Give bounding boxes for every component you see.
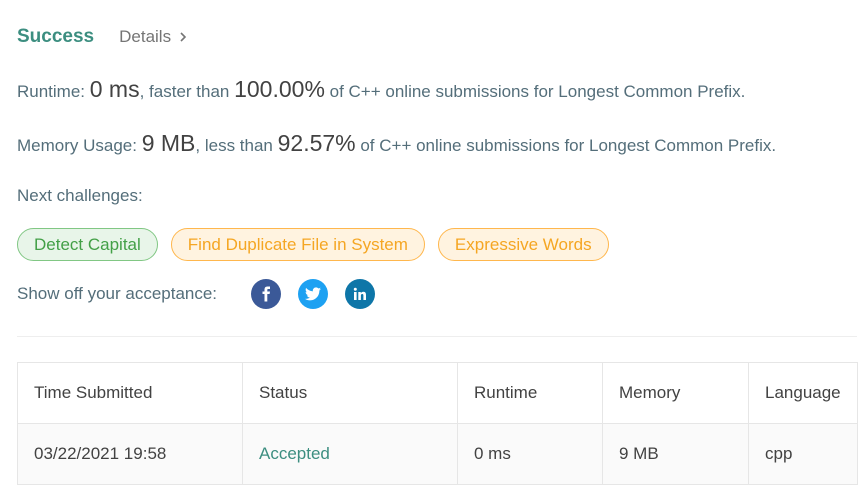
memory-suffix: of C++ online submissions for Longest Co… [355, 136, 777, 155]
section-divider [17, 336, 857, 337]
runtime-suffix: of C++ online submissions for Longest Co… [324, 82, 746, 101]
share-label: Show off your acceptance: [17, 284, 218, 303]
runtime-value: 0 ms [89, 76, 140, 102]
cell-memory: 9 MB [602, 423, 749, 485]
column-header-runtime[interactable]: Runtime [457, 362, 603, 424]
facebook-icon[interactable] [251, 279, 282, 309]
cell-status-accepted[interactable]: Accepted [242, 423, 458, 485]
submissions-table: Time Submitted Status Runtime Memory Lan… [17, 362, 858, 485]
result-header: Success Details [17, 25, 189, 49]
details-label: Details [119, 27, 172, 46]
submission-status: Success [17, 26, 95, 47]
runtime-summary: Runtime: 0 ms, faster than 100.00% of C+… [17, 76, 745, 103]
twitter-icon[interactable] [298, 279, 329, 309]
column-header-language[interactable]: Language [748, 362, 858, 424]
challenge-detect-capital[interactable]: Detect Capital [17, 228, 158, 261]
runtime-percent: 100.00% [234, 76, 325, 102]
runtime-mid-text: , faster than [139, 82, 235, 101]
memory-percent: 92.57% [277, 130, 356, 156]
memory-mid-text: , less than [195, 136, 278, 155]
runtime-label: Runtime: [17, 82, 90, 101]
challenge-expressive-words[interactable]: Expressive Words [437, 228, 609, 261]
memory-summary: Memory Usage: 9 MB, less than 92.57% of … [17, 130, 776, 157]
memory-label: Memory Usage: [17, 136, 142, 155]
next-challenges-list: Detect Capital Find Duplicate File in Sy… [17, 228, 609, 261]
table-header-row: Time Submitted Status Runtime Memory Lan… [17, 362, 858, 424]
challenge-find-duplicate-file[interactable]: Find Duplicate File in System [170, 228, 425, 261]
chevron-right-icon [180, 32, 187, 42]
linkedin-icon[interactable] [345, 279, 376, 309]
details-link[interactable]: Details [119, 27, 189, 47]
share-row: Show off your acceptance: [17, 279, 376, 309]
column-header-time-submitted[interactable]: Time Submitted [17, 362, 243, 424]
memory-value: 9 MB [141, 130, 196, 156]
column-header-memory[interactable]: Memory [602, 362, 749, 424]
cell-time-submitted: 03/22/2021 19:58 [17, 423, 243, 485]
column-header-status[interactable]: Status [242, 362, 458, 424]
table-row: 03/22/2021 19:58 Accepted 0 ms 9 MB cpp [17, 423, 858, 485]
next-challenges-label: Next challenges: [17, 186, 143, 205]
cell-runtime: 0 ms [457, 423, 603, 485]
cell-language: cpp [748, 423, 858, 485]
